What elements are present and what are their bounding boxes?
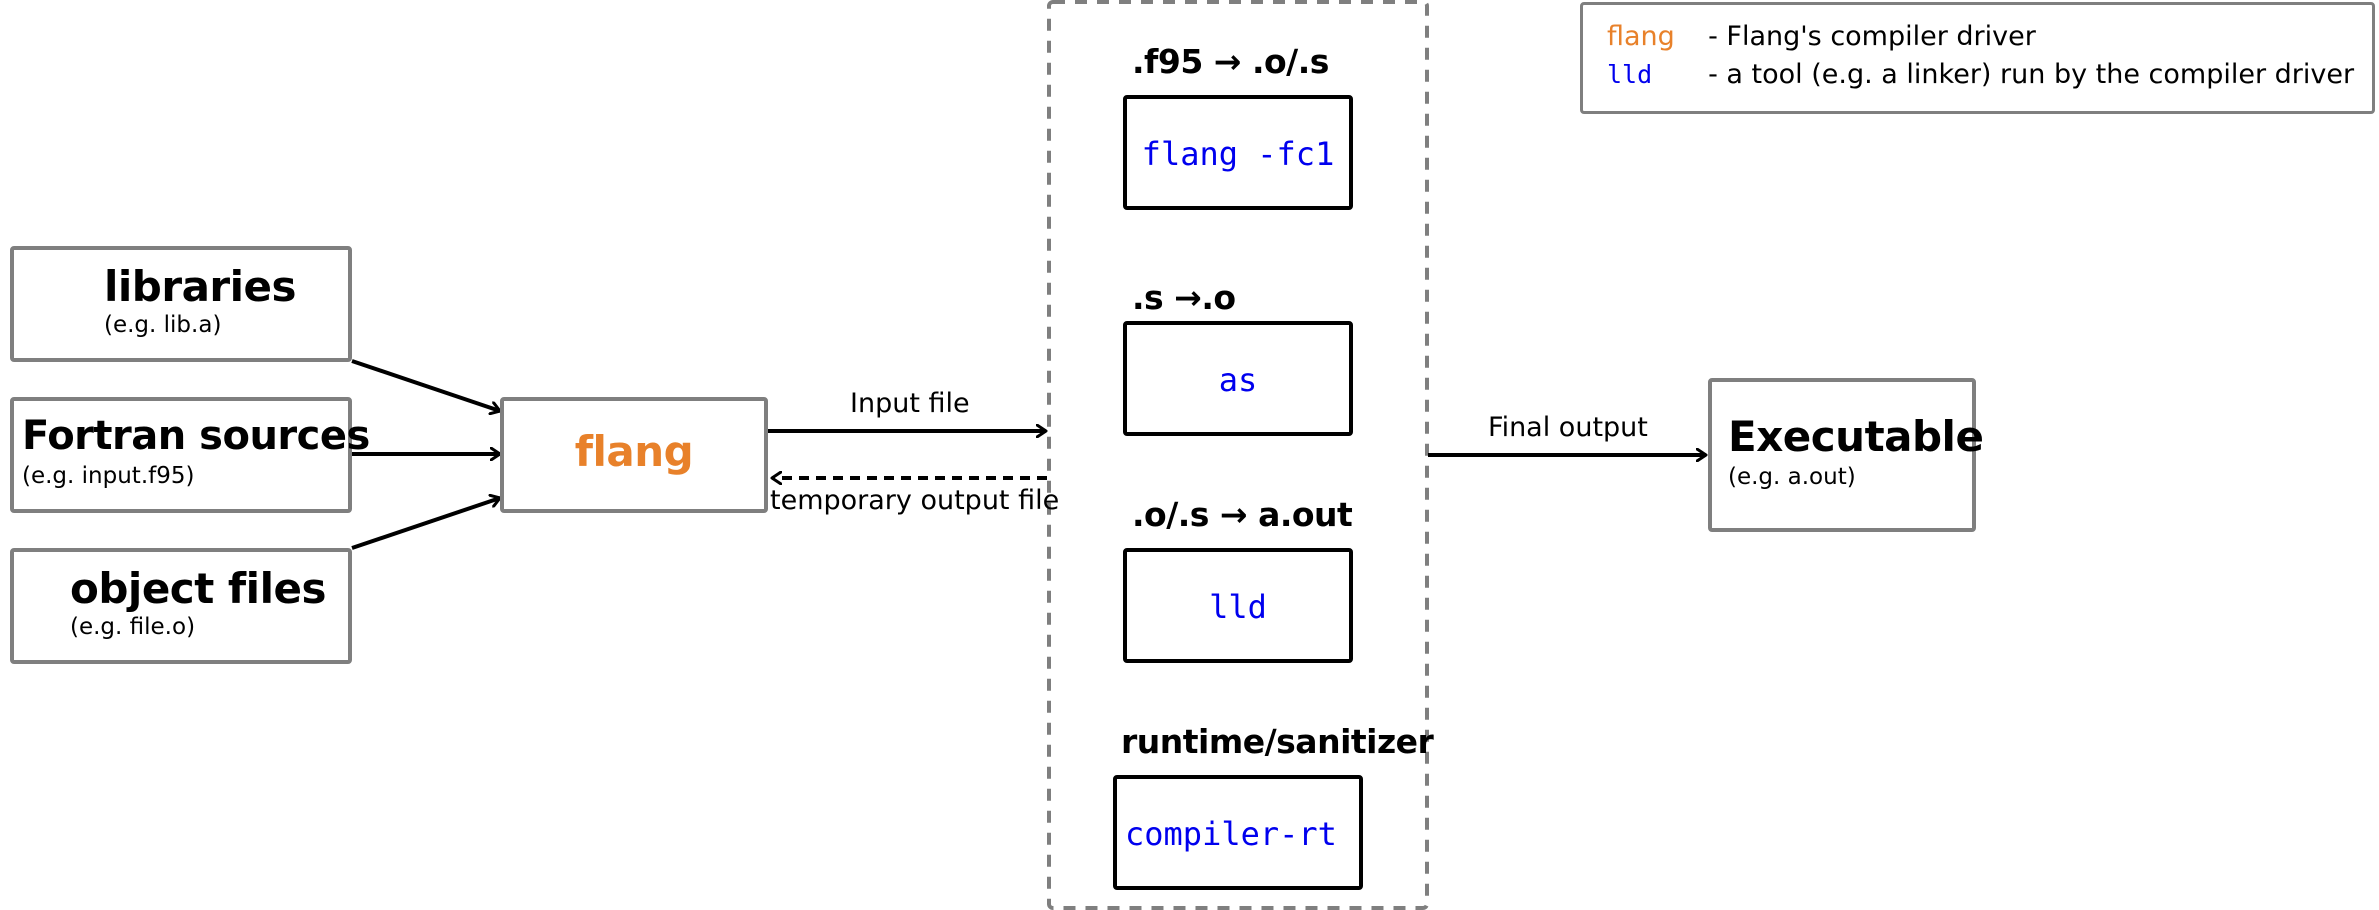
- legend-key-flang: flang: [1607, 21, 1675, 52]
- stage-caption-assemble: .s →.o: [1132, 278, 1236, 317]
- stage-caption-link: .o/.s → a.out: [1132, 495, 1353, 534]
- legend-key-lld: lld: [1607, 60, 1653, 89]
- input-libraries-subtitle: (e.g. lib.a): [104, 312, 222, 338]
- input-object-files-title: object files: [70, 564, 326, 613]
- tool-flang-fc1: flang -fc1: [1123, 95, 1353, 210]
- edge-label-input-file: Input file: [850, 388, 970, 419]
- output-executable-subtitle: (e.g. a.out): [1728, 464, 1856, 490]
- edge-label-temporary-output-file: temporary output file: [770, 485, 1060, 516]
- legend-row-tool: lld - a tool (e.g. a linker) run by the …: [1607, 59, 2354, 95]
- input-object-files: object files (e.g. file.o): [10, 548, 352, 664]
- input-fortran-sources: Fortran sources (e.g. input.f95): [10, 397, 370, 513]
- legend-row-driver: flang - Flang's compiler driver: [1607, 21, 2036, 57]
- tool-compiler-rt: compiler-rt: [1113, 775, 1363, 890]
- tool-as-label: as: [1218, 361, 1258, 399]
- edge-label-final-output: Final output: [1488, 412, 1648, 443]
- tool-lld: lld: [1123, 548, 1353, 663]
- input-object-files-subtitle: (e.g. file.o): [70, 614, 196, 640]
- tool-lld-label: lld: [1209, 588, 1267, 626]
- tool-flang-fc1-label: flang -fc1: [1141, 135, 1335, 173]
- edge-libraries-to-flang: [351, 359, 500, 411]
- tool-as: as: [1123, 321, 1353, 436]
- legend: flang - Flang's compiler driver lld - a …: [1580, 2, 2375, 114]
- input-libraries: libraries (e.g. lib.a): [10, 246, 352, 362]
- driver-flang-box: flang: [500, 397, 768, 513]
- input-libraries-title: libraries: [104, 262, 297, 311]
- stage-caption-compile: .f95 → .o/.s: [1132, 42, 1329, 81]
- input-fortran-sources-subtitle: (e.g. input.f95): [22, 463, 195, 489]
- output-executable-title: Executable: [1728, 412, 1984, 461]
- output-executable: Executable (e.g. a.out): [1708, 378, 1984, 532]
- stage-caption-runtime: runtime/sanitizer: [1121, 722, 1434, 761]
- tool-compiler-rt-label: compiler-rt: [1125, 815, 1337, 853]
- legend-desc-driver: - Flang's compiler driver: [1708, 21, 2036, 52]
- edge-objects-to-flang: [351, 498, 500, 550]
- driver-flang-label: flang: [574, 427, 694, 476]
- legend-desc-tool: - a tool (e.g. a linker) run by the comp…: [1708, 59, 2355, 90]
- input-fortran-sources-title: Fortran sources: [22, 413, 370, 459]
